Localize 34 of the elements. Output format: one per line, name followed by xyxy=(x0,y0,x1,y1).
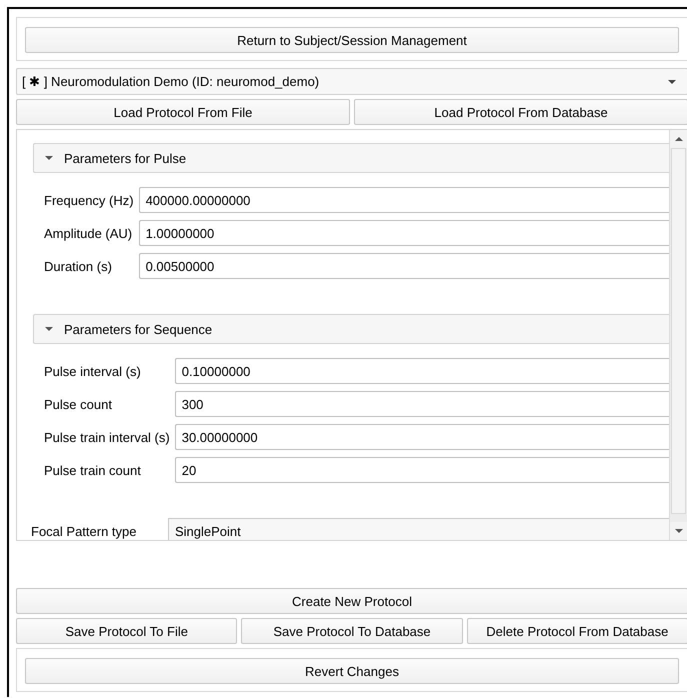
number-field[interactable]: 400000.00000000 xyxy=(138,187,669,213)
scroll-down-icon[interactable] xyxy=(674,528,684,534)
dropdown-arrow-icon[interactable] xyxy=(667,78,677,84)
load-button[interactable]: Load Protocol From Database xyxy=(354,99,687,125)
field-label: Focal Pattern type xyxy=(31,524,138,538)
revert-button[interactable]: Revert Changes xyxy=(25,658,679,684)
field-label: Frequency (Hz) xyxy=(44,192,134,208)
field-label: Duration (s) xyxy=(44,258,113,274)
protocol-button[interactable]: Delete Protocol From Database xyxy=(466,618,687,644)
pattern-dropdown[interactable]: SinglePoint xyxy=(168,518,669,540)
protocol-button[interactable]: Save Protocol To Database xyxy=(241,618,463,644)
create-button[interactable]: Create New Protocol xyxy=(16,588,687,614)
number-field[interactable]: 0.10000000 xyxy=(174,358,669,384)
protocol-button[interactable]: Save Protocol To File xyxy=(16,618,238,644)
number-field[interactable]: 300 xyxy=(174,391,669,417)
load-button[interactable]: Load Protocol From File xyxy=(16,99,350,125)
number-field[interactable]: 1.00000000 xyxy=(138,220,669,246)
field-label: Pulse train interval (s) xyxy=(44,430,170,444)
number-field[interactable]: 20 xyxy=(174,457,669,483)
field-label: Amplitude (AU) xyxy=(44,226,134,240)
return-button[interactable]: Return to Subject/Session Management xyxy=(25,27,679,53)
collapse-triangle-icon[interactable] xyxy=(44,324,54,334)
section-header[interactable]: Parameters for Pulse xyxy=(33,143,669,173)
scroll-up-icon[interactable] xyxy=(674,136,684,142)
section-header[interactable]: Parameters for Sequence xyxy=(33,314,669,344)
number-field[interactable]: 30.00000000 xyxy=(174,424,669,450)
field-label: Pulse count xyxy=(44,396,113,412)
collapse-triangle-icon[interactable] xyxy=(44,153,54,163)
scrollbar-thumb[interactable] xyxy=(671,148,686,514)
protocol-name: [ ✱ ] Neuromodulation Demo (ID: neuromod_demo) xyxy=(22,74,320,89)
protocol-dropdown[interactable]: [ ✱ ] Neuromodulation Demo (ID: neuromod_demo) xyxy=(16,68,687,95)
field-label: Pulse train count xyxy=(44,462,142,478)
number-field[interactable]: 0.00500000 xyxy=(138,253,669,279)
field-label: Pulse interval (s) xyxy=(44,364,142,378)
